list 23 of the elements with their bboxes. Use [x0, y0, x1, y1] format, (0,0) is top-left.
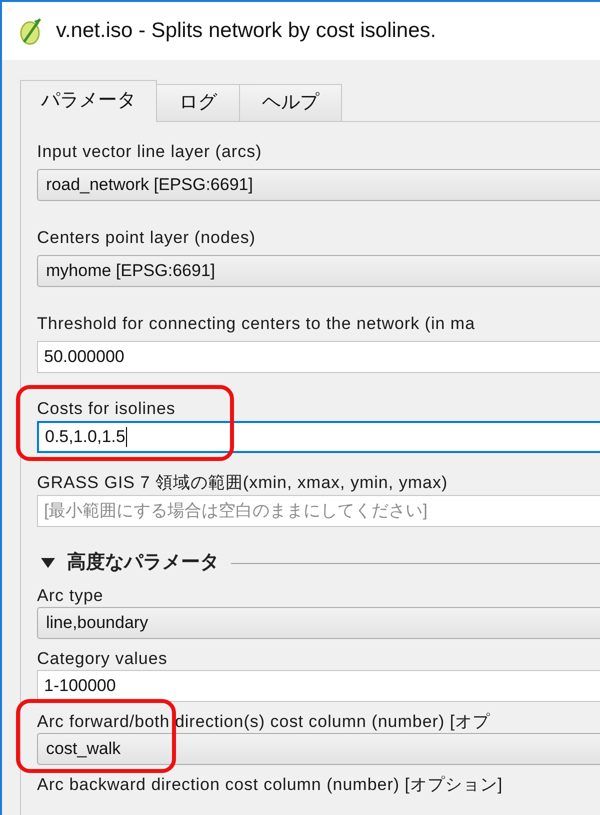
field-label: Input vector line layer (arcs): [37, 141, 263, 163]
section-title[interactable]: 高度なパラメータ: [67, 548, 219, 578]
text-input-field[interactable]: 1-100000: [37, 670, 600, 702]
layer-dropdown[interactable]: road_network [EPSG:6691]: [37, 169, 600, 201]
leaf-logo-icon: [18, 16, 44, 46]
field-label: Centers point layer (nodes): [37, 227, 257, 249]
tab[interactable]: パラメータ: [20, 80, 157, 122]
text-input-field[interactable]: 0.5,1.0,1.5: [37, 421, 600, 453]
field-label: Threshold for connecting centers to the network (in ma: [37, 313, 476, 335]
window-title: v.net.iso - Splits network by cost isolines.: [56, 18, 436, 44]
layer-dropdown[interactable]: line,boundary: [37, 607, 600, 639]
field-label: Arc forward/both direction(s) cost column (number) [オプ: [37, 711, 492, 733]
field-label: Category values: [37, 648, 168, 670]
text-input-field[interactable]: 50.000000: [37, 341, 600, 373]
layer-dropdown[interactable]: cost_walk: [37, 733, 600, 765]
collapse-triangle-icon[interactable]: [41, 558, 55, 568]
field-label: Costs for isolines: [37, 398, 176, 420]
field-label: GRASS GIS 7 領域の範囲(xmin, xmax, ymin, ymax): [37, 472, 449, 494]
field-label: Arc backward direction cost column (number) [オプション]: [37, 774, 504, 796]
field-label: Arc type: [37, 585, 104, 607]
tab[interactable]: ヘルプ: [239, 84, 342, 122]
tab[interactable]: ログ: [156, 84, 240, 122]
layer-dropdown[interactable]: myhome [EPSG:6691]: [37, 255, 600, 287]
